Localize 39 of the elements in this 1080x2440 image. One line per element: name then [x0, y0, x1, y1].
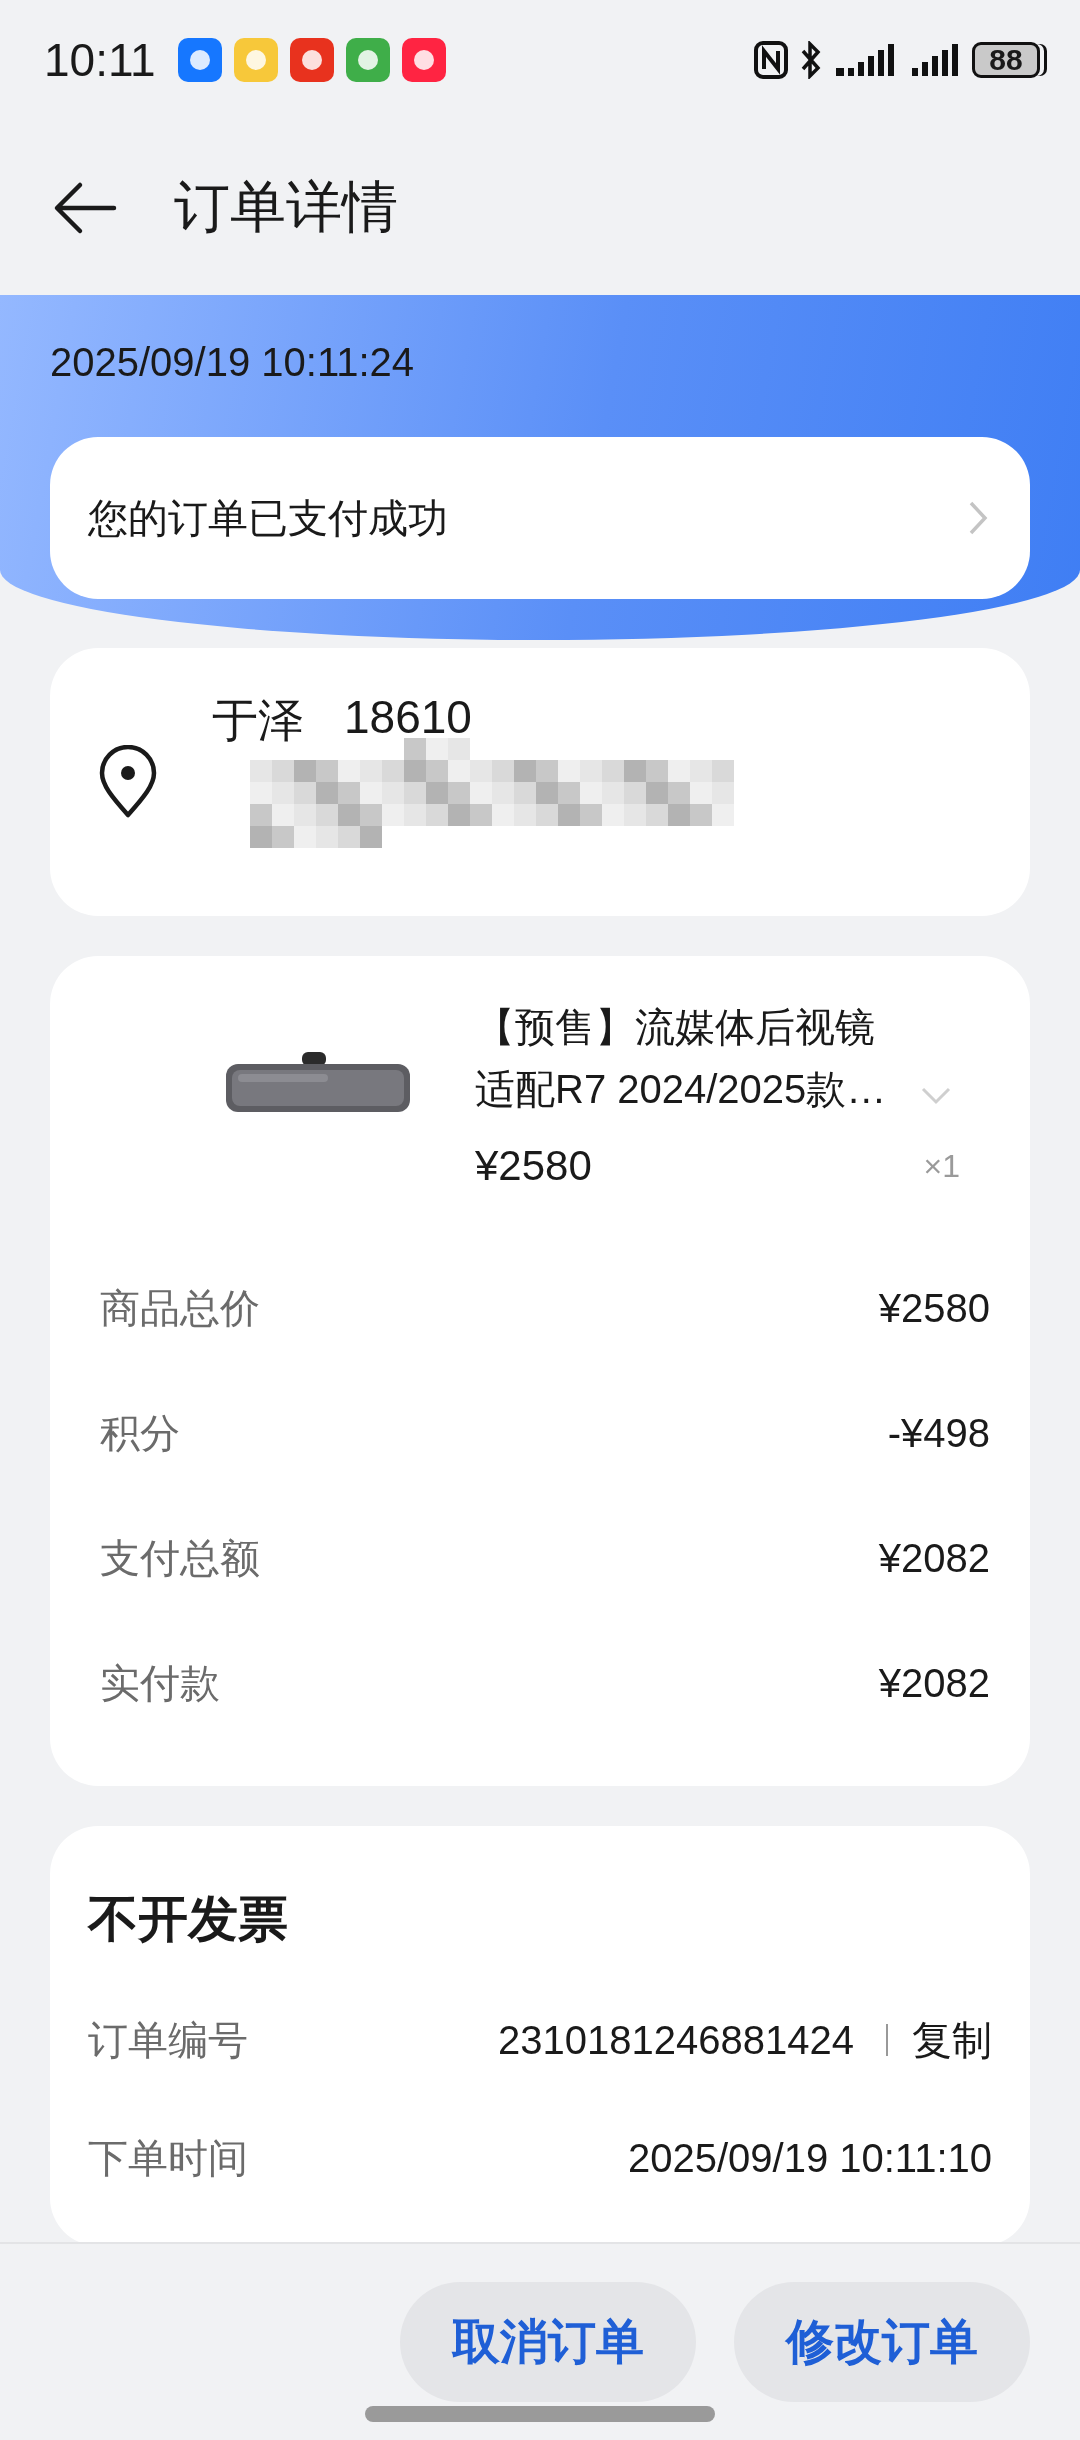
- info-label: 下单时间: [88, 2134, 248, 2182]
- summary-value: ¥2580: [878, 1286, 990, 1331]
- recipient-name: 于泽: [212, 693, 304, 748]
- invoice-title: 不开发票: [88, 1890, 289, 1949]
- product-price: ¥2580: [475, 1142, 592, 1190]
- summary-label: 积分: [100, 1410, 180, 1457]
- summary-label: 实付款: [100, 1660, 220, 1707]
- order-action-button[interactable]: 修改订单: [734, 2282, 1030, 2402]
- copy-link[interactable]: 复制: [912, 2012, 992, 2068]
- page-title: 订单详情: [174, 173, 398, 240]
- recipient-phone: 18610: [344, 690, 472, 745]
- info-label: 订单编号: [88, 2016, 248, 2064]
- chevron-right-icon: [968, 500, 988, 536]
- summary-label: 支付总额: [100, 1535, 260, 1582]
- product-quantity: ×1: [923, 1147, 960, 1185]
- location-pin-icon: [98, 745, 158, 819]
- bluetooth-icon: [800, 41, 822, 79]
- home-indicator[interactable]: [365, 2406, 715, 2422]
- app-notification-icon: [177, 38, 222, 82]
- order-action-button[interactable]: 取消订单: [400, 2282, 696, 2402]
- signal-icon: [910, 42, 960, 78]
- app-notification-icon: [345, 38, 390, 82]
- nfc-icon: [754, 41, 788, 79]
- chevron-down-icon[interactable]: [920, 1086, 952, 1106]
- summary-value: -¥498: [887, 1411, 990, 1456]
- app-notification-icon: [289, 38, 334, 82]
- summary-label: 商品总价: [100, 1285, 260, 1332]
- product-title[interactable]: 【预售】流媒体后视镜 适配R7 2024/2025款…: [475, 996, 990, 1120]
- app-notification-icon: [233, 38, 278, 82]
- clock: 10:11: [44, 33, 156, 87]
- back-arrow-icon[interactable]: [52, 180, 118, 235]
- summary-value: ¥2082: [878, 1536, 990, 1581]
- app-notification-icon: [401, 38, 446, 82]
- info-value: 2025/09/19 10:11:10: [627, 2135, 992, 2181]
- status-timestamp: 2025/09/19 10:11:24: [50, 340, 416, 385]
- summary-value: ¥2082: [878, 1661, 990, 1706]
- payment-notice[interactable]: 您的订单已支付成功: [50, 437, 1030, 599]
- info-value: 2310181246881424: [498, 2017, 854, 2063]
- address-card[interactable]: 于泽 18610: [50, 648, 1030, 916]
